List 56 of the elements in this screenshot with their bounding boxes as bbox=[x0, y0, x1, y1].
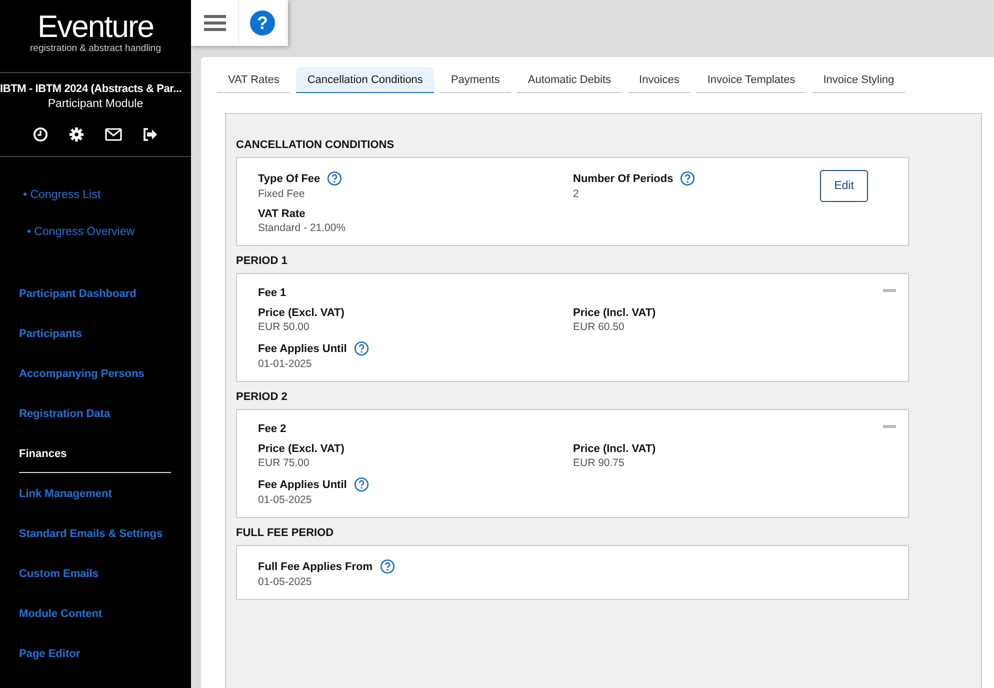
menu-icon bbox=[204, 14, 226, 32]
sidebar-item[interactable]: Participant Dashboard bbox=[19, 278, 171, 318]
help-icon[interactable] bbox=[354, 477, 369, 492]
sidebar-item[interactable]: Registration Data bbox=[19, 398, 171, 438]
field-label: Number Of Periods bbox=[573, 172, 674, 184]
field-label: Price (Incl. VAT) bbox=[573, 307, 656, 319]
logo-tagline: registration & abstract handling bbox=[30, 43, 161, 54]
sidebar-item[interactable]: Custom Emails bbox=[19, 558, 171, 598]
settings-icon[interactable] bbox=[68, 126, 84, 142]
help-icon[interactable] bbox=[327, 171, 342, 186]
sidebar-item[interactable]: Finances bbox=[19, 438, 171, 473]
sidebar-item[interactable]: Participants bbox=[19, 318, 171, 358]
section-title: PERIOD 2 bbox=[236, 391, 288, 403]
sidebar-item[interactable]: Page Editor bbox=[19, 638, 171, 678]
field-value: EUR 60.50 bbox=[573, 321, 626, 333]
field-value: EUR 50.00 bbox=[258, 321, 310, 333]
field-value: EUR 75.00 bbox=[258, 457, 310, 469]
logo-text: Eventure bbox=[37, 12, 154, 42]
sidebar-item[interactable]: Link Management bbox=[19, 478, 171, 518]
help-icon[interactable] bbox=[354, 341, 369, 356]
field-label: Type Of Fee bbox=[258, 172, 320, 184]
field-value: 01-05-2025 bbox=[258, 494, 313, 506]
event-title: IBTM - IBTM 2024 (Abstracts & Par... bbox=[0, 83, 182, 95]
sidebar-link[interactable]: • Congress List bbox=[23, 189, 191, 201]
section-title: PERIOD 1 bbox=[236, 255, 288, 267]
section-title: CANCELLATION CONDITIONS bbox=[236, 139, 396, 151]
field-value: 01-01-2025 bbox=[258, 358, 313, 370]
sidebar-item[interactable]: Accompanying Persons bbox=[19, 358, 171, 398]
field-value: Standard - 21.00% bbox=[258, 222, 347, 234]
field-value: Fixed Fee bbox=[258, 188, 306, 200]
help-icon[interactable] bbox=[680, 171, 696, 186]
module-title: Participant Module bbox=[46, 98, 144, 110]
field-label: Price (Incl. VAT) bbox=[573, 443, 656, 455]
field-value: 2 bbox=[573, 188, 580, 200]
help-button[interactable]: ? bbox=[239, 0, 287, 46]
tab[interactable]: Cancellation Conditions bbox=[296, 67, 434, 93]
mail-icon[interactable] bbox=[105, 128, 122, 140]
sidebar-item[interactable]: Standard Emails & Settings bbox=[19, 518, 171, 558]
menu-button[interactable] bbox=[191, 0, 239, 46]
sidebar-link[interactable]: • Congress Overview bbox=[27, 226, 191, 238]
field-value: 01-05-2025 bbox=[258, 576, 313, 588]
fee-title: Fee 2 bbox=[258, 423, 288, 435]
field-label: Price (Excl. VAT) bbox=[258, 443, 344, 455]
field-label: VAT Rate bbox=[258, 208, 306, 220]
sidebar-item[interactable]: Module Content bbox=[19, 598, 171, 638]
field-label: Fee Applies Until bbox=[258, 478, 347, 490]
field-value: EUR 90.75 bbox=[573, 457, 626, 469]
field-label: Price (Excl. VAT) bbox=[258, 307, 344, 319]
field-label: Fee Applies Until bbox=[258, 342, 347, 354]
clock-icon[interactable] bbox=[32, 126, 48, 142]
edit-button[interactable]: Edit bbox=[820, 170, 868, 202]
fee-title: Fee 1 bbox=[258, 287, 288, 299]
logout-icon[interactable] bbox=[143, 128, 158, 140]
field-label: Full Fee Applies From bbox=[258, 560, 372, 572]
help-icon[interactable] bbox=[380, 559, 394, 574]
section-title: FULL FEE PERIOD bbox=[236, 527, 335, 539]
